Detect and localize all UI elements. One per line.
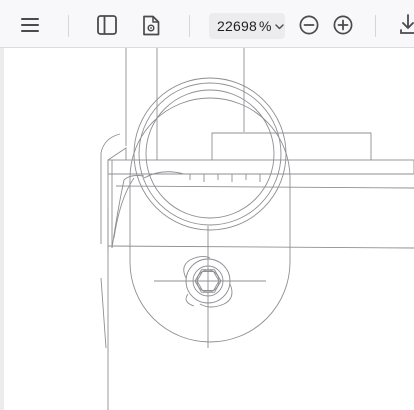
chevron-down-icon [275, 17, 285, 35]
zoom-in-button[interactable] [330, 12, 356, 38]
zoom-in-icon [333, 15, 353, 35]
menu-button[interactable] [17, 12, 43, 38]
toolbar-separator [68, 15, 69, 37]
sidebar-toggle-button[interactable] [94, 12, 120, 38]
zoom-unit: % [258, 18, 272, 34]
zoom-value: 22698 [217, 18, 257, 34]
toolbar-separator [375, 15, 376, 37]
toolbar-separator [189, 15, 190, 37]
download-icon [398, 14, 414, 36]
download-button[interactable] [398, 12, 414, 38]
pdf-toolbar: 22698 % [0, 0, 414, 48]
document-canvas[interactable] [4, 48, 414, 410]
technical-drawing [100, 48, 414, 410]
page-settings-button[interactable] [138, 12, 164, 38]
hamburger-menu-icon [21, 18, 39, 32]
sidebar-toggle-icon [97, 15, 117, 35]
document-settings-icon [142, 15, 160, 36]
zoom-out-button[interactable] [296, 12, 322, 38]
zoom-level-dropdown[interactable]: 22698 % [209, 13, 285, 39]
zoom-out-icon [299, 15, 319, 35]
